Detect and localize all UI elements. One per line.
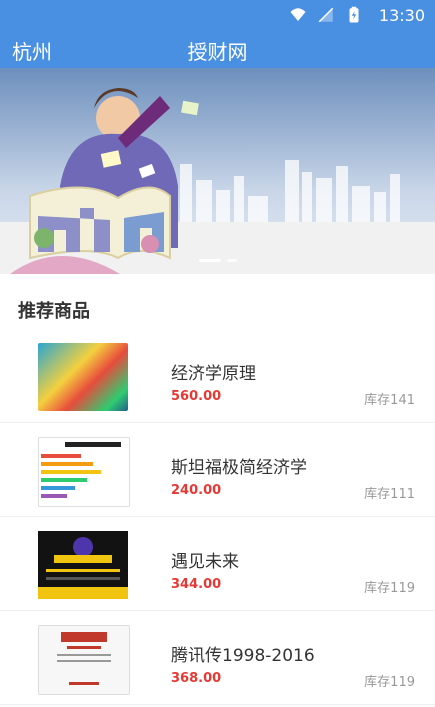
product-list: 经济学原理 560.00 库存141 斯坦福极简经济学 240.00 库存111: [0, 329, 435, 705]
product-stock: 库存141: [364, 393, 415, 408]
app-bar: 杭州 授财网: [0, 32, 435, 68]
product-item[interactable]: 斯坦福极简经济学 240.00 库存111: [0, 423, 435, 517]
product-stock: 库存119: [364, 675, 415, 690]
signal-icon: [318, 7, 334, 23]
product-stock: 库存119: [364, 581, 415, 596]
product-name: 经济学原理: [171, 364, 256, 384]
product-cover-image: [38, 625, 130, 695]
product-cover-image: [38, 531, 128, 599]
section-title-recommended: 推荐商品: [18, 301, 90, 322]
app-title: 授财网: [187, 40, 248, 64]
carousel-dot-active[interactable]: [198, 259, 221, 262]
wifi-icon: [290, 8, 306, 21]
product-price: 240.00: [171, 483, 222, 498]
carousel-dot[interactable]: [226, 259, 237, 262]
battery-icon: [349, 6, 359, 23]
product-item[interactable]: 经济学原理 560.00 库存141: [0, 329, 435, 423]
product-name: 腾讯传1998-2016: [171, 646, 315, 666]
status-time: 13:30: [378, 6, 425, 25]
status-bar: 13:30: [0, 0, 435, 32]
status-icons: [289, 6, 363, 24]
product-cover-image: [38, 437, 130, 507]
product-price: 344.00: [171, 577, 222, 592]
product-price: 560.00: [171, 389, 222, 404]
product-stock: 库存111: [364, 487, 415, 502]
banner-illustration: [0, 68, 435, 274]
product-price: 368.00: [171, 671, 222, 686]
product-cover-image: [38, 343, 128, 411]
product-name: 斯坦福极简经济学: [171, 458, 307, 478]
product-name: 遇见未来: [171, 552, 239, 572]
carousel-indicator: [0, 259, 435, 262]
product-item[interactable]: 遇见未来 344.00 库存119: [0, 517, 435, 611]
banner-carousel[interactable]: [0, 68, 435, 274]
product-item[interactable]: 腾讯传1998-2016 368.00 库存119: [0, 611, 435, 705]
